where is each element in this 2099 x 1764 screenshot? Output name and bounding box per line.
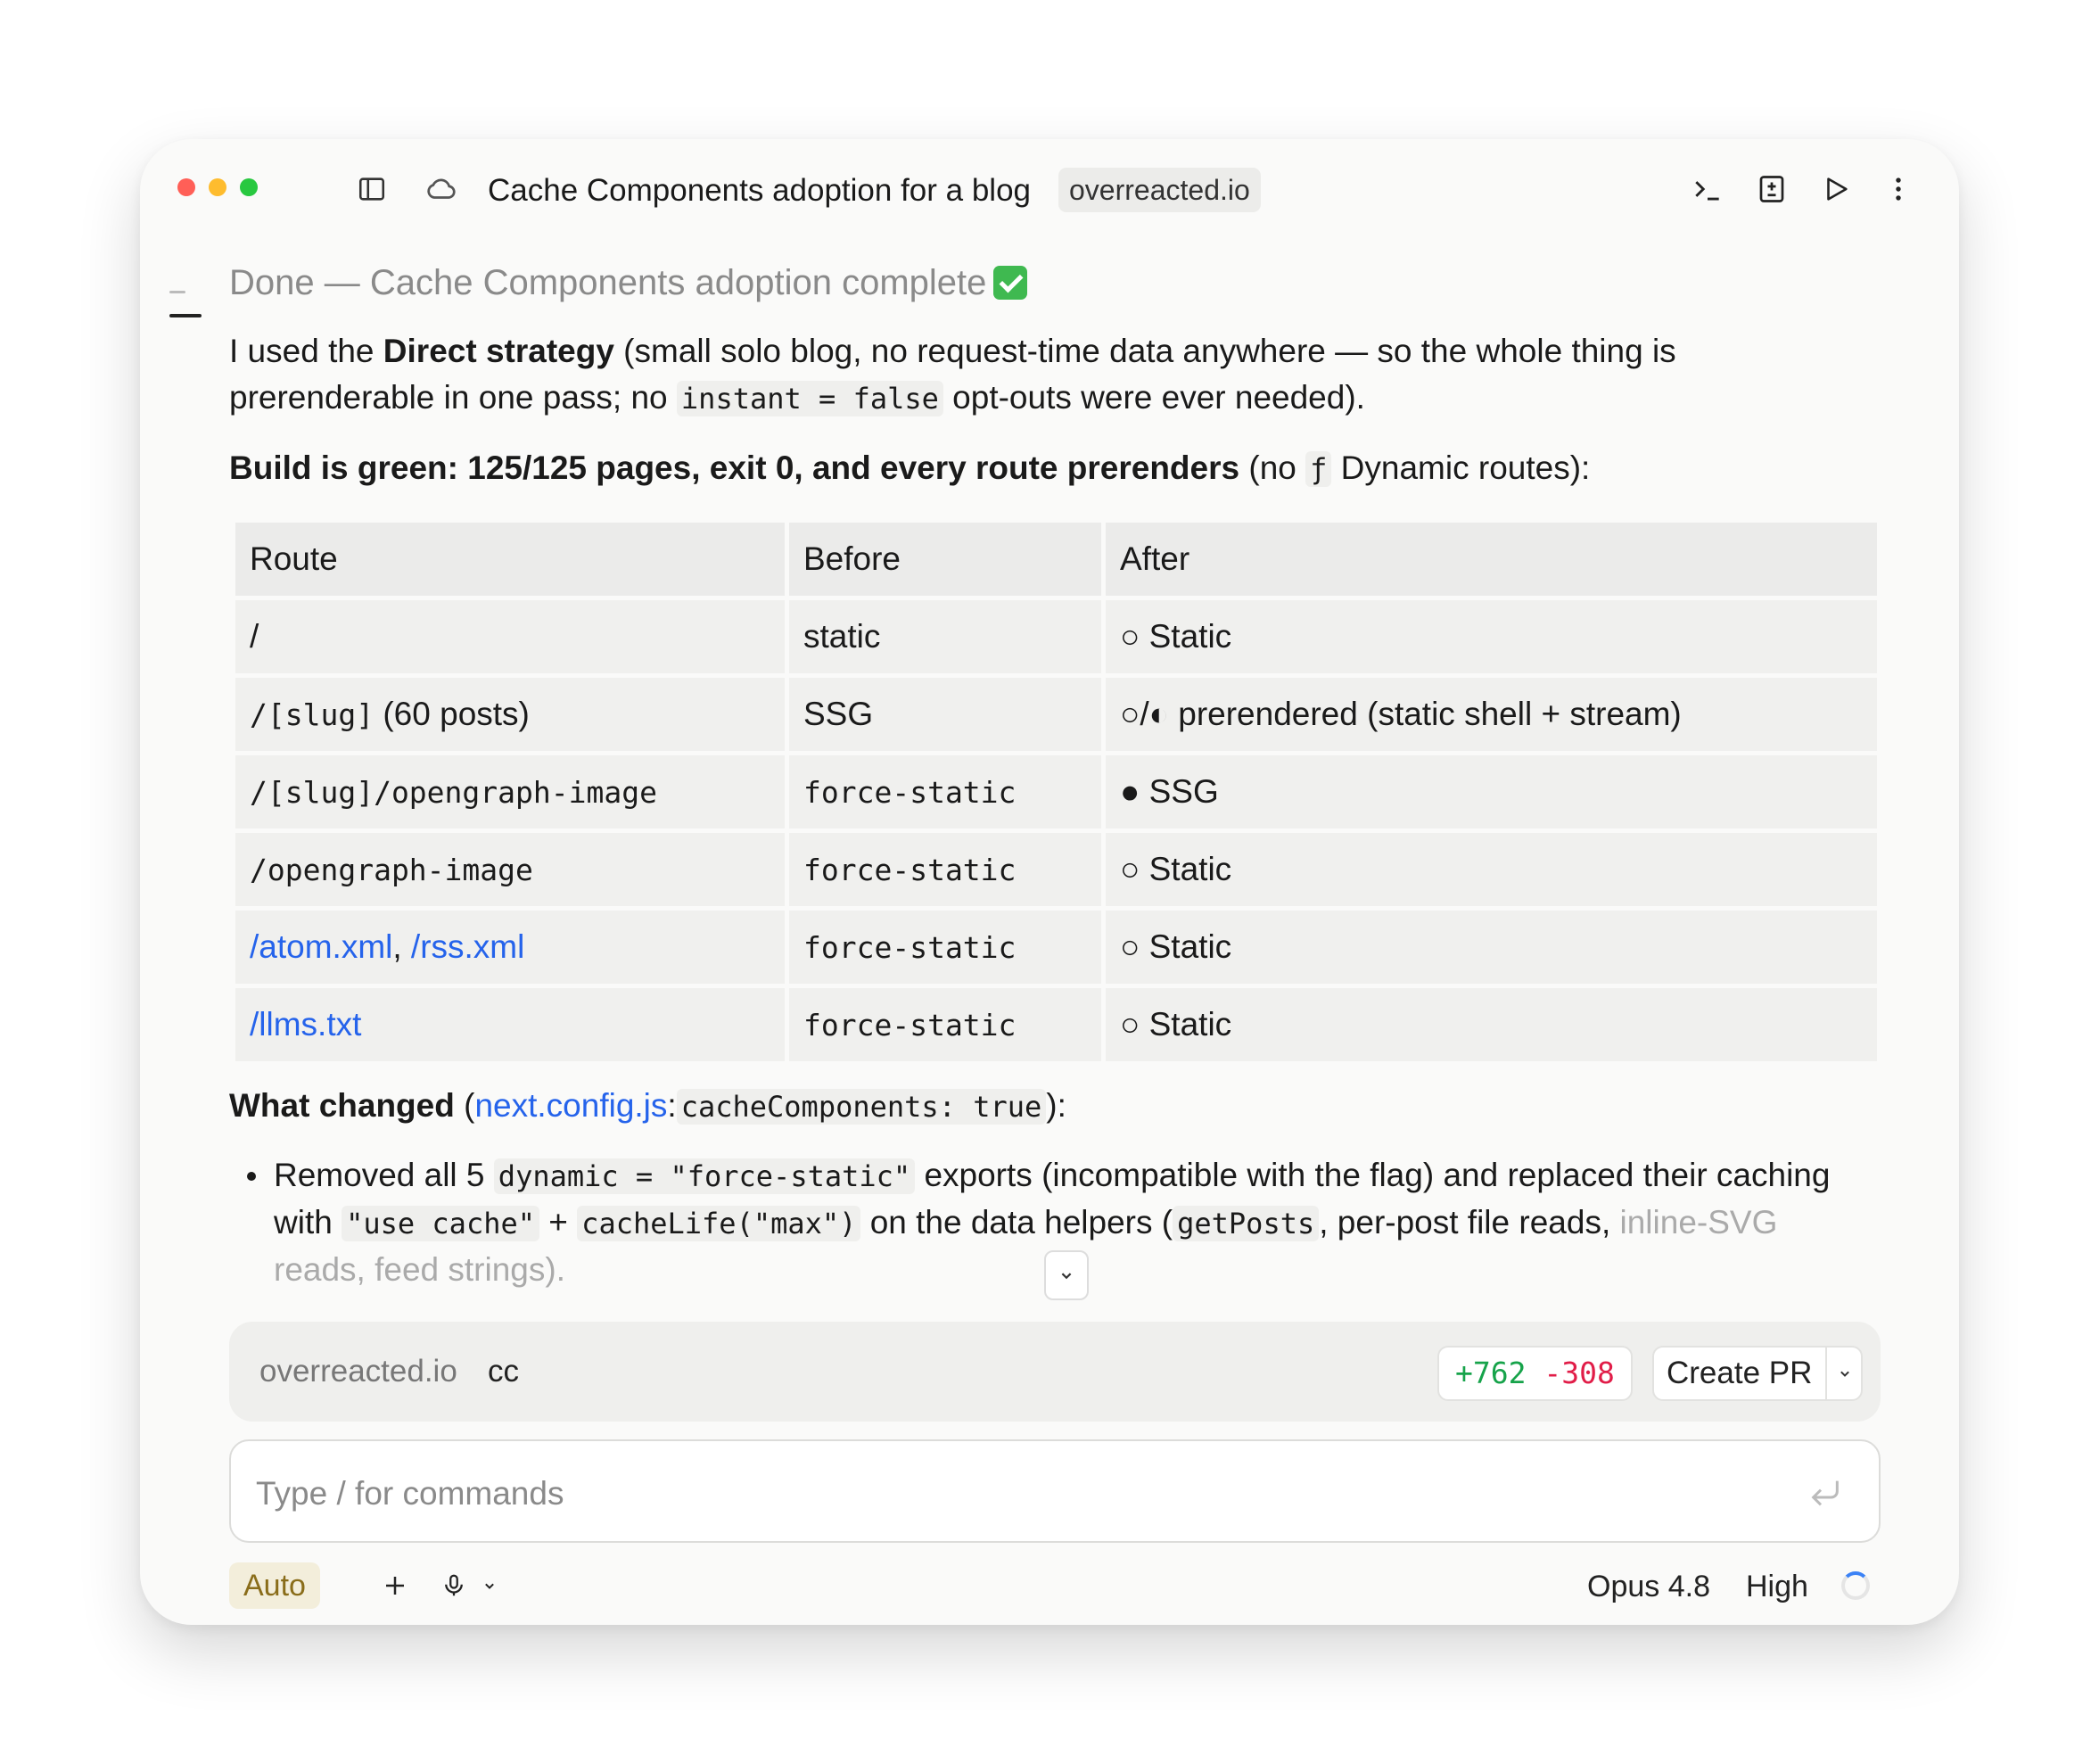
minimize-window-button[interactable] [209, 178, 226, 196]
llms-txt-link[interactable]: /llms.txt [250, 1006, 361, 1043]
session-status-bar: overreacted.io cc +762 -308 Create PR [229, 1322, 1881, 1422]
route-cell: /atom.xml, /rss.xml [235, 911, 785, 984]
conversation-title[interactable]: Cache Components adoption for a blog [488, 171, 1031, 210]
close-window-button[interactable] [177, 178, 195, 196]
inline-code: ƒ [1305, 451, 1332, 487]
repo-name[interactable]: overreacted.io [259, 1348, 457, 1395]
after-cell: ○ Static [1106, 988, 1877, 1061]
branch-name[interactable]: cc [488, 1348, 519, 1395]
loading-spinner-icon [1841, 1571, 1870, 1600]
route-cell: / [235, 600, 785, 673]
play-icon[interactable] [1818, 171, 1854, 207]
checkmark-icon [993, 266, 1028, 300]
title-bar: Cache Components adoption for a blog ove… [140, 139, 1959, 246]
button-divider [1825, 1348, 1827, 1399]
before-cell: static [789, 600, 1101, 673]
create-pr-button[interactable]: Create PR [1667, 1348, 1812, 1399]
sidebar-toggle-icon[interactable] [354, 171, 390, 207]
more-vertical-icon[interactable] [1881, 171, 1916, 207]
table-row: /llms.txt force-static ○ Static [235, 988, 1877, 1061]
effort-selector[interactable]: High [1746, 1563, 1808, 1610]
terminal-icon[interactable] [1690, 171, 1725, 207]
scroll-marker-active[interactable] [169, 314, 202, 317]
expand-button[interactable] [1044, 1250, 1089, 1300]
model-selector[interactable]: Opus 4.8 [1587, 1563, 1710, 1610]
message-heading: Done — Cache Components adoption complet… [229, 258, 1028, 308]
inline-code: cacheComponents: true [676, 1089, 1047, 1125]
repo-badge[interactable]: overreacted.io [1058, 168, 1261, 212]
column-header: After [1106, 523, 1877, 596]
routes-table: Route Before After / static ○ Static /[s… [231, 518, 1881, 1066]
additions-count: +762 [1455, 1356, 1527, 1390]
after-cell: ● SSG [1106, 755, 1877, 828]
add-icon[interactable] [375, 1566, 415, 1605]
create-pr-options-button[interactable] [1829, 1348, 1861, 1399]
table-row: /[slug] (60 posts) SSG ○/◐ prerendered (… [235, 678, 1877, 751]
table-row: / static ○ Static [235, 600, 1877, 673]
build-paragraph: Build is green: 125/125 pages, exit 0, a… [229, 449, 1591, 487]
next-config-link[interactable]: next.config.js [474, 1087, 667, 1124]
diff-icon[interactable] [1754, 171, 1790, 207]
before-cell: force-static [789, 833, 1101, 906]
zoom-window-button[interactable] [240, 178, 258, 196]
cloud-icon [424, 171, 459, 207]
table-row: /opengraph-image force-static ○ Static [235, 833, 1877, 906]
chevron-down-icon [1840, 1371, 1849, 1377]
before-cell: SSG [789, 678, 1101, 751]
window-controls [177, 178, 258, 196]
before-cell: force-static [789, 988, 1101, 1061]
what-changed-heading: What changed (next.config.js: cacheCompon… [229, 1087, 1066, 1125]
table-header-row: Route Before After [235, 523, 1877, 596]
atom-xml-link[interactable]: /atom.xml [250, 928, 392, 965]
mode-chip[interactable]: Auto [229, 1562, 320, 1609]
after-cell: ○/◐ prerendered (static shell + stream) [1106, 678, 1877, 751]
route-cell: /llms.txt [235, 988, 785, 1061]
scroll-marker [169, 291, 185, 293]
after-cell: ○ Static [1106, 911, 1877, 984]
composer [229, 1439, 1881, 1543]
table-row: /[slug]/opengraph-image force-static ● S… [235, 755, 1877, 828]
microphone-icon[interactable] [434, 1566, 473, 1605]
inline-code: instant = false [676, 381, 943, 416]
create-pr-button-group: Create PR [1652, 1346, 1863, 1401]
after-cell: ○ Static [1106, 600, 1877, 673]
column-header: Route [235, 523, 785, 596]
diff-stats-button[interactable]: +762 -308 [1437, 1346, 1633, 1401]
app-window: Cache Components adoption for a blog ove… [140, 139, 1959, 1625]
before-cell: force-static [789, 911, 1101, 984]
route-cell: /[slug] (60 posts) [235, 678, 785, 751]
route-cell: /[slug]/opengraph-image [235, 755, 785, 828]
column-header: Before [789, 523, 1101, 596]
message-input[interactable] [254, 1466, 1774, 1521]
table-row: /atom.xml, /rss.xml force-static ○ Stati… [235, 911, 1877, 984]
before-cell: force-static [789, 755, 1101, 828]
deletions-count: -308 [1543, 1356, 1615, 1390]
rss-xml-link[interactable]: /rss.xml [411, 928, 524, 965]
enter-icon[interactable] [1807, 1475, 1843, 1511]
after-cell: ○ Static [1106, 833, 1877, 906]
chevron-down-icon[interactable] [470, 1566, 509, 1605]
strategy-paragraph: I used the Direct strategy (small solo b… [229, 333, 1676, 416]
chevron-down-icon [1061, 1273, 1072, 1280]
route-cell: /opengraph-image [235, 833, 785, 906]
